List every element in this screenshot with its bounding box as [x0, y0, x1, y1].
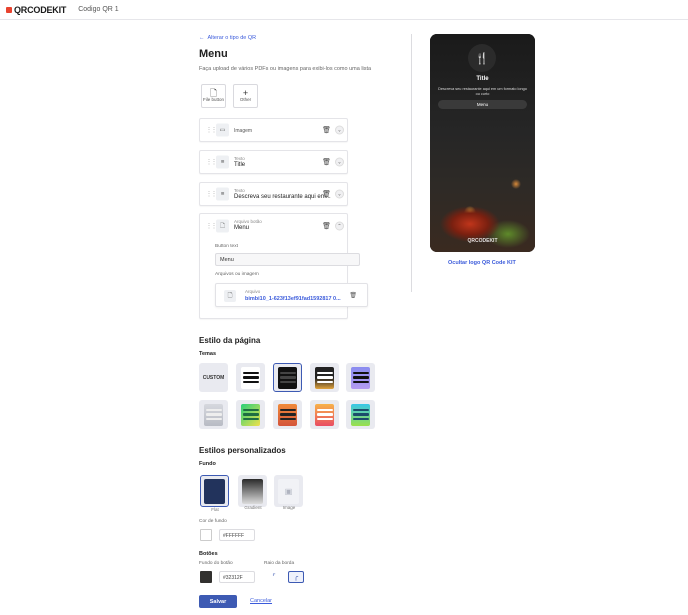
chevron-down-icon[interactable]: ⌄: [335, 189, 344, 199]
save-button[interactable]: Salvar: [199, 595, 237, 608]
theme-option[interactable]: [273, 400, 302, 429]
file-icon: 🗋: [224, 290, 236, 302]
trash-icon[interactable]: 🗑: [322, 222, 331, 230]
preview-watermark: QRCODEKIT: [467, 238, 498, 244]
bg-option-gradient[interactable]: [238, 475, 267, 507]
bg-color-hex-input[interactable]: #FFFFFF: [219, 529, 255, 541]
background-label: Fundo: [199, 461, 216, 467]
theme-option[interactable]: [346, 400, 375, 429]
bg-option-flat[interactable]: [200, 475, 229, 507]
corner-square-icon: ⌜: [272, 574, 276, 581]
content-block-text-title[interactable]: ⋮⋮ ≡ Texto Title 🗑 ⌄: [199, 150, 348, 174]
logo-text: QRCODEKIT: [14, 4, 67, 15]
preview-description: Descreva seu restaurante aqui em um form…: [438, 87, 527, 96]
trash-icon[interactable]: 🗑: [322, 126, 331, 134]
preview-title: Title: [476, 76, 489, 82]
theme-option-selected[interactable]: [273, 363, 302, 392]
fork-knife-icon: 🍴: [468, 44, 496, 72]
button-text-input[interactable]: Menu: [215, 253, 360, 266]
theme-option[interactable]: [346, 363, 375, 392]
drag-handle-icon[interactable]: ⋮⋮: [206, 191, 217, 198]
add-other-button-label: Other: [239, 97, 252, 103]
preview-menu-button: Menu: [438, 100, 527, 109]
block-type-label: Texto: [234, 156, 245, 161]
theme-custom[interactable]: CUSTOM: [199, 363, 228, 392]
button-text-label: Button text: [215, 244, 238, 249]
drag-handle-icon[interactable]: ⋮⋮: [206, 223, 217, 230]
drag-handle-icon[interactable]: ⋮⋮: [206, 127, 217, 134]
button-bg-label: Fundo do botão: [199, 561, 233, 566]
bg-option-image[interactable]: ▣: [274, 475, 303, 507]
block-label: Title: [234, 162, 246, 168]
cancel-link[interactable]: Cancelar: [250, 598, 272, 604]
hide-logo-link[interactable]: Ocultar logo QR Code KIT: [448, 260, 516, 266]
phone-preview: 🍴 Title Descreva seu restaurante aqui em…: [430, 34, 535, 252]
custom-theme-label: CUSTOM: [202, 374, 225, 381]
block-type-label: Arquivo botão: [234, 219, 262, 224]
block-type-label: Texto: [234, 188, 245, 193]
trash-icon[interactable]: 🗑: [349, 292, 357, 299]
file-card[interactable]: 🗋 Arquivo bimbi10_1-623f13ef91fad1592817…: [215, 283, 368, 307]
button-bg-swatch[interactable]: [200, 571, 212, 583]
file-icon: 🗋: [216, 219, 229, 233]
radius-round-option[interactable]: ╭: [288, 571, 304, 583]
page-style-title: Estilo da página: [199, 336, 261, 345]
bg-color-swatch[interactable]: [200, 529, 212, 541]
logo-icon: [6, 6, 12, 13]
chevron-down-icon[interactable]: ⌄: [335, 125, 344, 135]
files-label: Arquivos ou imagem: [215, 272, 259, 277]
bg-option-gradient-label: Gradient: [244, 505, 262, 510]
back-link-label: Alterar o tipo de QR: [207, 35, 257, 41]
custom-styles-title: Estilos personalizados: [199, 446, 286, 455]
file-name[interactable]: bimbi10_1-623f13ef91fad1592817 0...: [245, 296, 341, 302]
chevron-up-icon[interactable]: ⌃: [335, 221, 344, 231]
theme-option[interactable]: [236, 363, 265, 392]
add-other-button[interactable]: + Other: [233, 84, 258, 108]
image-icon: ▭: [216, 123, 229, 137]
block-label: Imagem: [234, 128, 253, 134]
add-file-button-label: File button: [202, 97, 224, 103]
theme-option[interactable]: [236, 400, 265, 429]
border-radius-label: Raio da borda: [264, 561, 295, 566]
back-link[interactable]: ← Alterar o tipo de QR: [199, 35, 256, 41]
bg-option-flat-label: Flat: [211, 507, 219, 512]
theme-option[interactable]: [310, 363, 339, 392]
arrow-left-icon: ←: [199, 35, 205, 41]
themes-label: Temas: [199, 351, 217, 357]
add-file-button[interactable]: 🗋 File button: [201, 84, 226, 108]
drag-handle-icon[interactable]: ⋮⋮: [206, 159, 217, 166]
image-icon: ▣: [278, 478, 299, 504]
button-bg-hex-input[interactable]: #32312F: [219, 571, 255, 583]
bg-option-image-label: Image: [282, 505, 296, 510]
buttons-label: Botões: [199, 551, 218, 557]
block-label: Menu: [234, 225, 250, 231]
preview-divider: [411, 34, 412, 292]
text-icon: ≡: [216, 155, 229, 169]
logo[interactable]: QRCODEKIT: [6, 5, 66, 15]
file-type-label: Arquivo: [245, 289, 261, 294]
content-block-image[interactable]: ⋮⋮ ▭ Imagem 🗑 ⌄: [199, 118, 348, 142]
text-icon: ≡: [216, 187, 229, 201]
theme-option[interactable]: [199, 400, 228, 429]
bg-color-label: Cor de fundo: [199, 519, 227, 524]
top-bar: QRCODEKIT Codigo QR 1: [0, 0, 688, 20]
trash-icon[interactable]: 🗑: [322, 190, 331, 198]
chevron-down-icon[interactable]: ⌄: [335, 157, 344, 167]
document-title[interactable]: Codigo QR 1: [78, 6, 118, 13]
content-block-text-description[interactable]: ⋮⋮ ≡ Texto Descreva seu restaurante aqui…: [199, 182, 348, 206]
theme-option[interactable]: [310, 400, 339, 429]
trash-icon[interactable]: 🗑: [322, 158, 331, 166]
page-description: Faça upload de vários PDFs ou imagens pa…: [199, 66, 372, 72]
block-label: Descreva seu restaurante aqui em...: [234, 194, 331, 200]
corner-round-icon: ╭: [293, 574, 299, 581]
radius-square-option[interactable]: ⌜: [266, 571, 282, 583]
page-title: Menu: [199, 48, 228, 60]
